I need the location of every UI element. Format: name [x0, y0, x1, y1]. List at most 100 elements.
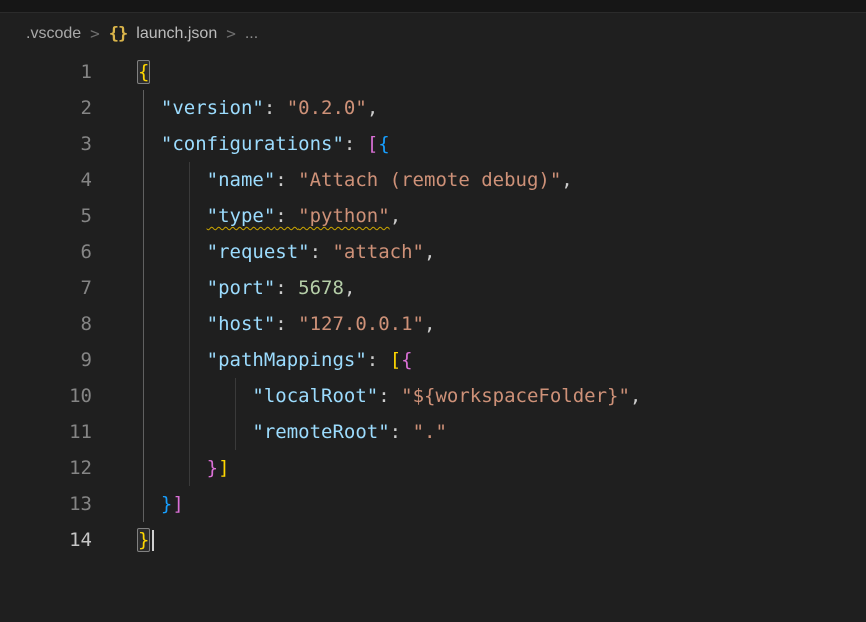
line-number[interactable]: 9 [0, 342, 92, 378]
code-text: "remoteRoot": "." [92, 414, 447, 450]
token-b2: { [401, 349, 412, 371]
code-line[interactable]: 7 "port": 5678, [0, 270, 866, 306]
token-key: "host" [207, 313, 276, 335]
code-text: "name": "Attach (remote debug)", [92, 162, 573, 198]
token-pun: , [561, 169, 572, 191]
code-text: "version": "0.2.0", [92, 90, 378, 126]
token-pun: : [275, 205, 298, 227]
token-pun: , [630, 385, 641, 407]
token-b2: } [207, 457, 218, 479]
code-text: "pathMappings": [{ [92, 342, 413, 378]
token-ws [138, 241, 207, 263]
token-ws [138, 133, 161, 155]
vscode-window: .vscode > {} launch.json > ... 1{2 "vers… [0, 0, 866, 622]
token-key: "version" [161, 97, 264, 119]
token-key: "port" [207, 277, 276, 299]
json-file-icon: {} [109, 24, 127, 44]
token-b1: ] [218, 457, 229, 479]
token-pun: , [424, 313, 435, 335]
code-line[interactable]: 10 "localRoot": "${workspaceFolder}", [0, 378, 866, 414]
line-number[interactable]: 8 [0, 306, 92, 342]
token-b3: { [378, 133, 389, 155]
token-pun: , [424, 241, 435, 263]
token-str: "." [413, 421, 447, 443]
token-pun: : [378, 385, 401, 407]
line-number[interactable]: 13 [0, 486, 92, 522]
token-ws [138, 457, 207, 479]
code-line[interactable]: 2 "version": "0.2.0", [0, 90, 866, 126]
token-pun: : [310, 241, 333, 263]
token-str: "Attach (remote debug)" [298, 169, 561, 191]
token-pun: , [367, 97, 378, 119]
breadcrumb-file[interactable]: launch.json [136, 25, 217, 43]
token-pun: : [390, 421, 413, 443]
code-line[interactable]: 3 "configurations": [{ [0, 126, 866, 162]
line-number[interactable]: 3 [0, 126, 92, 162]
code-text: } [92, 522, 154, 558]
code-line[interactable]: 1{ [0, 54, 866, 90]
token-key: "name" [207, 169, 276, 191]
line-number[interactable]: 6 [0, 234, 92, 270]
indent-guide [143, 90, 144, 522]
line-number[interactable]: 1 [0, 54, 92, 90]
breadcrumb-folder[interactable]: .vscode [26, 25, 81, 43]
breadcrumb-more[interactable]: ... [245, 25, 258, 43]
token-pun: : [275, 277, 298, 299]
token-ws [138, 277, 207, 299]
token-key: "request" [207, 241, 310, 263]
code-line[interactable]: 11 "remoteRoot": "." [0, 414, 866, 450]
breadcrumb: .vscode > {} launch.json > ... [0, 13, 866, 54]
code-line[interactable]: 9 "pathMappings": [{ [0, 342, 866, 378]
code-text: "port": 5678, [92, 270, 355, 306]
token-pun: : [344, 133, 367, 155]
chevron-right-icon: > [90, 24, 100, 43]
code-text: "type": "python", [92, 198, 401, 234]
token-ws [138, 493, 161, 515]
code-lines: 1{2 "version": "0.2.0",3 "configurations… [0, 54, 866, 558]
line-number[interactable]: 5 [0, 198, 92, 234]
code-text: "configurations": [{ [92, 126, 390, 162]
token-b1: } [138, 529, 149, 551]
token-pun: : [367, 349, 390, 371]
token-pun: , [344, 277, 355, 299]
token-pun: , [390, 205, 401, 227]
token-b1: { [138, 61, 149, 83]
code-text: }] [92, 450, 230, 486]
token-b1: [ [390, 349, 401, 371]
code-line[interactable]: 4 "name": "Attach (remote debug)", [0, 162, 866, 198]
token-key: "configurations" [161, 133, 344, 155]
window-top-bar [0, 0, 866, 13]
token-ws [138, 97, 161, 119]
token-str: "python" [298, 205, 390, 227]
code-line[interactable]: 13 }] [0, 486, 866, 522]
token-b2: ] [172, 493, 183, 515]
line-number[interactable]: 2 [0, 90, 92, 126]
code-line[interactable]: 12 }] [0, 450, 866, 486]
line-number[interactable]: 12 [0, 450, 92, 486]
code-editor[interactable]: 1{2 "version": "0.2.0",3 "configurations… [0, 54, 866, 558]
code-line[interactable]: 8 "host": "127.0.0.1", [0, 306, 866, 342]
code-line[interactable]: 5 "type": "python", [0, 198, 866, 234]
token-str: "${workspaceFolder}" [401, 385, 630, 407]
token-key: "type" [207, 205, 276, 227]
token-str: "attach" [332, 241, 424, 263]
text-cursor [152, 530, 154, 551]
token-ws [138, 349, 207, 371]
line-number[interactable]: 11 [0, 414, 92, 450]
code-line[interactable]: 14} [0, 522, 866, 558]
line-number[interactable]: 7 [0, 270, 92, 306]
line-number[interactable]: 4 [0, 162, 92, 198]
code-line[interactable]: 6 "request": "attach", [0, 234, 866, 270]
token-num: 5678 [298, 277, 344, 299]
token-ws [138, 205, 207, 227]
code-text: }] [92, 486, 184, 522]
chevron-right-icon: > [226, 24, 236, 43]
line-number[interactable]: 14 [0, 522, 92, 558]
code-text: { [92, 54, 149, 90]
token-key: "localRoot" [252, 385, 378, 407]
token-key: "remoteRoot" [252, 421, 389, 443]
token-b2: [ [367, 133, 378, 155]
token-pun: : [275, 313, 298, 335]
token-ws [138, 313, 207, 335]
line-number[interactable]: 10 [0, 378, 92, 414]
